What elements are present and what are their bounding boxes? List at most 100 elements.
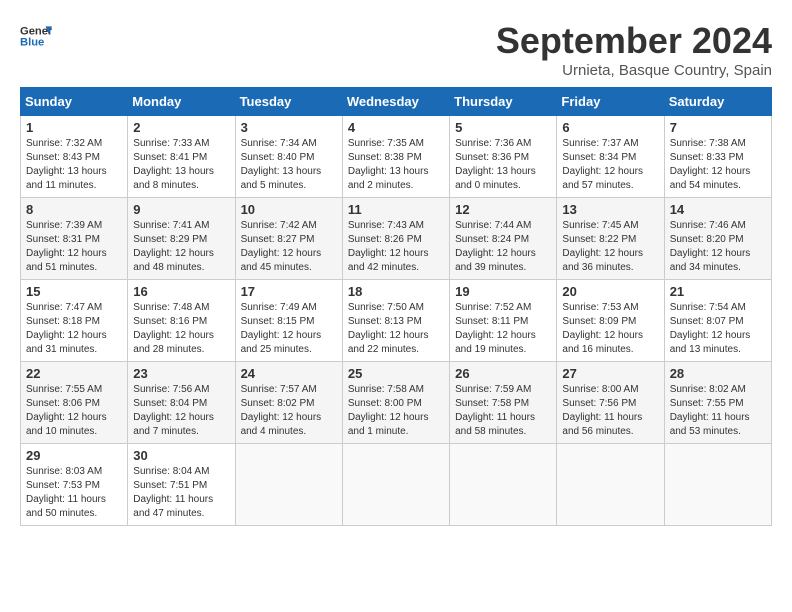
calendar-day-cell — [664, 444, 771, 526]
calendar-day-cell: 13 Sunrise: 7:45 AMSunset: 8:22 PMDayligh… — [557, 198, 664, 280]
day-info: Sunrise: 7:34 AMSunset: 8:40 PMDaylight:… — [241, 138, 322, 191]
calendar-day-cell: 22Sunrise: 7:55 AMSunset: 8:06 PMDayligh… — [21, 362, 128, 444]
day-number: 21 — [670, 284, 766, 299]
day-info: Sunrise: 7:38 AMSunset: 8:33 PMDaylight:… — [670, 138, 751, 191]
calendar-day-cell: 2 Sunrise: 7:33 AMSunset: 8:41 PMDaylight… — [128, 116, 235, 198]
calendar-day-cell: 1Sunrise: 7:32 AMSunset: 8:43 PMDaylight… — [21, 116, 128, 198]
calendar-day-cell: 21 Sunrise: 7:54 AMSunset: 8:07 PMDayligh… — [664, 280, 771, 362]
calendar-day-cell: 8 Sunrise: 7:39 AMSunset: 8:31 PMDaylight… — [21, 198, 128, 280]
day-info: Sunrise: 7:42 AMSunset: 8:27 PMDaylight:… — [241, 220, 322, 273]
title-block: September 2024 Urnieta, Basque Country, … — [496, 20, 772, 79]
day-number: 16 — [133, 284, 229, 299]
calendar-day-cell: 7 Sunrise: 7:38 AMSunset: 8:33 PMDaylight… — [664, 116, 771, 198]
calendar-day-cell: 19 Sunrise: 7:52 AMSunset: 8:11 PMDayligh… — [450, 280, 557, 362]
day-number: 5 — [455, 120, 551, 135]
location-subtitle: Urnieta, Basque Country, Spain — [496, 62, 772, 79]
calendar-day-cell: 17 Sunrise: 7:49 AMSunset: 8:15 PMDayligh… — [235, 280, 342, 362]
calendar-day-cell: 3 Sunrise: 7:34 AMSunset: 8:40 PMDaylight… — [235, 116, 342, 198]
weekday-header-friday: Friday — [557, 88, 664, 116]
day-info: Sunrise: 7:57 AMSunset: 8:02 PMDaylight:… — [241, 384, 322, 437]
day-info: Sunrise: 7:43 AMSunset: 8:26 PMDaylight:… — [348, 220, 429, 273]
day-number: 7 — [670, 120, 766, 135]
month-title: September 2024 — [496, 20, 772, 62]
day-info: Sunrise: 7:33 AMSunset: 8:41 PMDaylight:… — [133, 138, 214, 191]
day-number: 8 — [26, 202, 122, 217]
calendar-day-cell: 27Sunrise: 8:00 AMSunset: 7:56 PMDayligh… — [557, 362, 664, 444]
calendar-week-2: 8 Sunrise: 7:39 AMSunset: 8:31 PMDaylight… — [21, 198, 772, 280]
day-number: 9 — [133, 202, 229, 217]
day-number: 22 — [26, 366, 122, 381]
calendar-day-cell — [557, 444, 664, 526]
calendar-day-cell: 20Sunrise: 7:53 AMSunset: 8:09 PMDayligh… — [557, 280, 664, 362]
day-info: Sunrise: 7:49 AMSunset: 8:15 PMDaylight:… — [241, 302, 322, 355]
weekday-header-row: SundayMondayTuesdayWednesdayThursdayFrid… — [21, 88, 772, 116]
day-number: 23 — [133, 366, 229, 381]
day-number: 3 — [241, 120, 337, 135]
weekday-header-tuesday: Tuesday — [235, 88, 342, 116]
calendar-day-cell: 5 Sunrise: 7:36 AMSunset: 8:36 PMDaylight… — [450, 116, 557, 198]
day-info: Sunrise: 7:59 AMSunset: 7:58 PMDaylight:… — [455, 384, 535, 437]
day-info: Sunrise: 7:45 AMSunset: 8:22 PMDaylight:… — [562, 220, 643, 273]
calendar-day-cell: 23 Sunrise: 7:56 AMSunset: 8:04 PMDayligh… — [128, 362, 235, 444]
day-number: 29 — [26, 448, 122, 463]
calendar-day-cell: 28 Sunrise: 8:02 AMSunset: 7:55 PMDayligh… — [664, 362, 771, 444]
day-number: 14 — [670, 202, 766, 217]
calendar-day-cell: 24 Sunrise: 7:57 AMSunset: 8:02 PMDayligh… — [235, 362, 342, 444]
day-info: Sunrise: 7:54 AMSunset: 8:07 PMDaylight:… — [670, 302, 751, 355]
day-number: 19 — [455, 284, 551, 299]
day-number: 17 — [241, 284, 337, 299]
day-number: 28 — [670, 366, 766, 381]
day-number: 25 — [348, 366, 444, 381]
day-info: Sunrise: 7:36 AMSunset: 8:36 PMDaylight:… — [455, 138, 536, 191]
calendar-day-cell: 30 Sunrise: 8:04 AMSunset: 7:51 PMDayligh… — [128, 444, 235, 526]
calendar-table: SundayMondayTuesdayWednesdayThursdayFrid… — [20, 87, 772, 526]
day-info: Sunrise: 7:56 AMSunset: 8:04 PMDaylight:… — [133, 384, 214, 437]
day-info: Sunrise: 7:46 AMSunset: 8:20 PMDaylight:… — [670, 220, 751, 273]
day-info: Sunrise: 7:35 AMSunset: 8:38 PMDaylight:… — [348, 138, 429, 191]
day-info: Sunrise: 7:53 AMSunset: 8:09 PMDaylight:… — [562, 302, 643, 355]
calendar-day-cell: 16 Sunrise: 7:48 AMSunset: 8:16 PMDayligh… — [128, 280, 235, 362]
day-info: Sunrise: 8:03 AMSunset: 7:53 PMDaylight:… — [26, 466, 106, 519]
svg-text:Blue: Blue — [20, 37, 44, 49]
day-number: 4 — [348, 120, 444, 135]
day-number: 26 — [455, 366, 551, 381]
calendar-day-cell: 26 Sunrise: 7:59 AMSunset: 7:58 PMDayligh… — [450, 362, 557, 444]
day-info: Sunrise: 7:50 AMSunset: 8:13 PMDaylight:… — [348, 302, 429, 355]
day-number: 10 — [241, 202, 337, 217]
weekday-header-wednesday: Wednesday — [342, 88, 449, 116]
calendar-day-cell: 6Sunrise: 7:37 AMSunset: 8:34 PMDaylight… — [557, 116, 664, 198]
day-info: Sunrise: 8:02 AMSunset: 7:55 PMDaylight:… — [670, 384, 750, 437]
day-number: 6 — [562, 120, 658, 135]
weekday-header-thursday: Thursday — [450, 88, 557, 116]
day-number: 24 — [241, 366, 337, 381]
day-number: 11 — [348, 202, 444, 217]
calendar-day-cell: 29 Sunrise: 8:03 AMSunset: 7:53 PMDayligh… — [21, 444, 128, 526]
weekday-header-monday: Monday — [128, 88, 235, 116]
day-number: 1 — [26, 120, 122, 135]
calendar-day-cell: 14 Sunrise: 7:46 AMSunset: 8:20 PMDayligh… — [664, 198, 771, 280]
calendar-day-cell: 15 Sunrise: 7:47 AMSunset: 8:18 PMDayligh… — [21, 280, 128, 362]
calendar-week-1: 1Sunrise: 7:32 AMSunset: 8:43 PMDaylight… — [21, 116, 772, 198]
day-number: 27 — [562, 366, 658, 381]
calendar-day-cell: 4 Sunrise: 7:35 AMSunset: 8:38 PMDaylight… — [342, 116, 449, 198]
page-header: General Blue September 2024 Urnieta, Bas… — [20, 20, 772, 79]
calendar-day-cell: 18Sunrise: 7:50 AMSunset: 8:13 PMDayligh… — [342, 280, 449, 362]
day-info: Sunrise: 8:04 AMSunset: 7:51 PMDaylight:… — [133, 466, 213, 519]
day-info: Sunrise: 7:39 AMSunset: 8:31 PMDaylight:… — [26, 220, 107, 273]
day-number: 13 — [562, 202, 658, 217]
day-number: 30 — [133, 448, 229, 463]
calendar-week-4: 22Sunrise: 7:55 AMSunset: 8:06 PMDayligh… — [21, 362, 772, 444]
calendar-day-cell — [342, 444, 449, 526]
day-info: Sunrise: 7:48 AMSunset: 8:16 PMDaylight:… — [133, 302, 214, 355]
day-info: Sunrise: 7:44 AMSunset: 8:24 PMDaylight:… — [455, 220, 536, 273]
calendar-week-5: 29 Sunrise: 8:03 AMSunset: 7:53 PMDayligh… — [21, 444, 772, 526]
day-number: 12 — [455, 202, 551, 217]
day-number: 15 — [26, 284, 122, 299]
day-number: 2 — [133, 120, 229, 135]
day-info: Sunrise: 7:52 AMSunset: 8:11 PMDaylight:… — [455, 302, 536, 355]
logo-icon: General Blue — [20, 20, 52, 52]
day-info: Sunrise: 7:47 AMSunset: 8:18 PMDaylight:… — [26, 302, 107, 355]
calendar-day-cell: 25Sunrise: 7:58 AMSunset: 8:00 PMDayligh… — [342, 362, 449, 444]
day-info: Sunrise: 7:41 AMSunset: 8:29 PMDaylight:… — [133, 220, 214, 273]
calendar-day-cell — [235, 444, 342, 526]
